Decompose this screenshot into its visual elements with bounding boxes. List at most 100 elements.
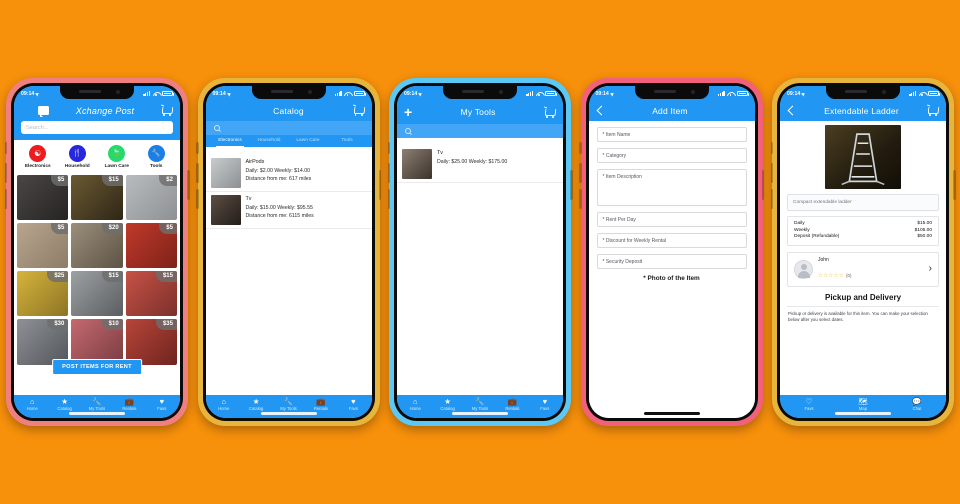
- price-tag: $5: [159, 223, 177, 235]
- nav-item-catalog[interactable]: ★ Catalog: [431, 397, 463, 411]
- chat-icon[interactable]: [38, 106, 49, 117]
- nav-item-rentals[interactable]: 💼 Rentals: [113, 397, 145, 411]
- nav-item-map[interactable]: 🗺 Map: [836, 397, 890, 411]
- screen-my-tools: 09:14 + My Tools Tv Daily: $25.00 Weekly…: [397, 86, 563, 418]
- list-item[interactable]: Tv Daily: $15.00 Weekly: $95.55 Distance f…: [205, 192, 372, 229]
- back-chevron-icon[interactable]: [596, 105, 606, 116]
- grid-item[interactable]: $15: [71, 271, 123, 317]
- volume-down-button: [579, 189, 582, 209]
- filter-tab-lawn-care[interactable]: Lawn Care: [289, 135, 328, 147]
- notch: [443, 86, 517, 99]
- nav-item-rentals[interactable]: 💼 Rentals: [305, 397, 337, 411]
- silent-switch: [4, 142, 7, 154]
- grid-item[interactable]: $15: [125, 271, 177, 317]
- category-household[interactable]: 🍴 Household: [59, 145, 95, 169]
- silent-switch: [770, 142, 773, 154]
- nav-item-label: Home: [409, 406, 421, 411]
- cart-icon[interactable]: [353, 105, 365, 116]
- category-electronics[interactable]: ☯ Electronics: [20, 145, 56, 169]
- pricing-card: Daily $15.00 Weekly $105.00 Deposit (Refunda…: [787, 216, 939, 246]
- grid-item[interactable]: $5: [17, 175, 69, 221]
- category-tools[interactable]: 🔧 Tools: [138, 145, 174, 169]
- nav-item-home[interactable]: ⌂ Home: [399, 397, 431, 411]
- filter-tabs: Electronics Household Lawn Care Tools: [205, 135, 372, 147]
- catalog-list[interactable]: AirPods Daily: $2.00 Weekly: $14.00 Distan…: [205, 147, 372, 395]
- wifi-icon: [153, 91, 160, 96]
- price-tag: $35: [155, 319, 177, 331]
- nav-item-label: My Tools: [471, 406, 489, 411]
- grid-item[interactable]: $25: [17, 271, 69, 317]
- price-tag: $20: [101, 223, 123, 235]
- field-item-description[interactable]: * Item Description: [596, 169, 747, 206]
- item-photo[interactable]: [825, 125, 901, 189]
- price-tag: $15: [155, 271, 177, 283]
- owner-info: John ☆☆☆☆☆ (0): [818, 257, 851, 283]
- home-indicator: [69, 412, 125, 415]
- list-item[interactable]: Tv Daily: $25.00 Weekly: $175.00: [397, 146, 563, 183]
- household-icon: 🍴: [68, 145, 86, 162]
- price-row: Weekly $105.00: [794, 228, 932, 233]
- price-value: $105.00: [914, 227, 932, 233]
- phone-device-add-item: 09:14 Add Item * Item Name * Category * It…: [579, 78, 764, 426]
- filter-tab-tools[interactable]: Tools: [328, 135, 367, 147]
- wifi-icon: [536, 91, 543, 96]
- nav-item-my-tools[interactable]: 🔧 My Tools: [272, 397, 304, 411]
- grid-item[interactable]: $15: [71, 175, 123, 221]
- category-lawn-care[interactable]: 🍃 Lawn Care: [99, 145, 135, 169]
- grid-item[interactable]: $5: [125, 223, 177, 269]
- list-item[interactable]: AirPods Daily: $2.00 Weekly: $14.00 Distan…: [205, 155, 372, 192]
- silent-switch: [579, 142, 582, 154]
- my-tools-list[interactable]: Tv Daily: $25.00 Weekly: $175.00: [397, 138, 563, 395]
- search-input[interactable]: Search...: [21, 121, 173, 134]
- search-input[interactable]: [205, 121, 372, 135]
- field-item-name[interactable]: * Item Name: [596, 127, 747, 142]
- nav-item-favs[interactable]: ♡ Favs: [782, 397, 836, 411]
- chevron-right-icon[interactable]: ›: [929, 264, 932, 274]
- ladder-image: [825, 125, 901, 189]
- volume-down-button: [387, 189, 390, 209]
- home-icon: ⌂: [29, 396, 35, 406]
- field-category[interactable]: * Category: [596, 148, 747, 163]
- price-tag: $15: [101, 175, 123, 186]
- cart-icon[interactable]: [161, 105, 173, 116]
- nav-item-my-tools[interactable]: 🔧 My Tools: [81, 396, 113, 411]
- grid-item[interactable]: $2: [125, 175, 177, 221]
- nav-item-catalog[interactable]: ★ Catalog: [240, 397, 272, 411]
- nav-item-favs[interactable]: ♥ Favs: [146, 397, 178, 411]
- filter-tab-household[interactable]: Household: [250, 135, 289, 147]
- cart-icon[interactable]: [544, 107, 556, 118]
- nav-item-favs[interactable]: ♥ Favs: [529, 397, 561, 411]
- hamburger-icon[interactable]: [21, 106, 32, 115]
- nav-item-rentals[interactable]: 💼 Rentals: [496, 397, 528, 411]
- nav-item-chat[interactable]: 💬 Chat: [890, 397, 944, 411]
- post-items-button[interactable]: POST ITEMS FOR RENT: [52, 358, 142, 375]
- nav-item-catalog[interactable]: ★ Catalog: [48, 397, 80, 411]
- search-input[interactable]: [397, 124, 563, 138]
- page-title: Add Item: [652, 105, 688, 116]
- nav-item-home[interactable]: ⌂ Home: [208, 397, 240, 411]
- phone-bezel: 09:14 Xchange Post Search... ☯ Electroni…: [11, 83, 183, 421]
- grid-item[interactable]: $20: [71, 223, 123, 269]
- field-security-deposit[interactable]: * Security Deposit: [596, 254, 747, 269]
- photo-of-item-label[interactable]: * Photo of the Item: [597, 275, 747, 282]
- nav-item-label: Catalog: [57, 406, 72, 411]
- nav-item-home[interactable]: ⌂ Home: [16, 396, 48, 411]
- plus-icon[interactable]: +: [404, 105, 412, 119]
- volume-down-button: [196, 189, 199, 209]
- wrench-icon: 🔧: [92, 396, 102, 406]
- field-discount-for-weekly-rental[interactable]: * Discount for Weekly Rental: [596, 233, 747, 248]
- filter-tab-electronics[interactable]: Electronics: [211, 135, 250, 147]
- location-arrow-icon: [35, 91, 41, 96]
- category-label: Electronics: [24, 164, 51, 169]
- nav-item-my-tools[interactable]: 🔧 My Tools: [464, 397, 496, 411]
- back-chevron-icon[interactable]: [787, 105, 798, 116]
- item-info: AirPods Daily: $2.00 Weekly: $14.00 Distan…: [246, 158, 367, 184]
- page-title: Extendable Ladder: [824, 105, 899, 116]
- items-grid-scroll[interactable]: $5 $15 $2 $5 $20 $5 $25 $15 $15 $30 $10 $35 POST IT…: [14, 173, 180, 395]
- nav-item-favs[interactable]: ♥ Favs: [337, 397, 369, 411]
- owner-card[interactable]: John ☆☆☆☆☆ (0) ›: [787, 251, 939, 287]
- grid-item[interactable]: $5: [17, 223, 69, 269]
- cart-icon[interactable]: [927, 105, 939, 116]
- field-rent-per-day[interactable]: * Rent Per Day: [596, 212, 747, 227]
- battery-icon: [928, 90, 941, 97]
